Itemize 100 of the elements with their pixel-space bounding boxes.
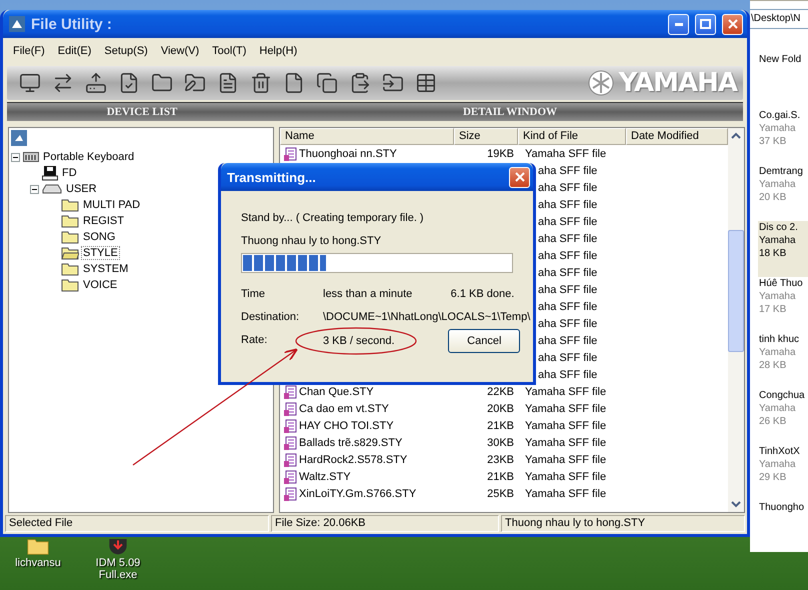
tree-item[interactable]: USER [65,183,98,195]
file-kind-cell-text: aha SFF file [537,164,598,176]
minimize-button[interactable] [668,14,689,34]
menu-item[interactable]: View(V) [160,45,200,59]
file-name: New Fold [759,53,802,66]
close-icon [514,172,524,182]
style-file-icon [284,146,297,160]
file-kind-cell-text: Yamaha SFF file [524,436,608,448]
size-cell-text: 21KB [486,470,515,482]
file-kind-cell-text: aha SFF file [537,352,598,364]
tree-item[interactable]: SYSTEM [82,263,130,275]
folder-icon [61,230,79,244]
file-kind-cell-text: aha SFF file [537,334,598,346]
menu-item[interactable]: Edit(E) [58,45,92,59]
drive-icon [42,184,62,194]
download-app-icon[interactable] [108,539,128,555]
file-kind-cell-text: aha SFF file [537,284,598,296]
folder-icon[interactable] [27,539,49,555]
file-name: Demtrang [759,165,804,178]
file-name-cell[interactable]: Chan Que.STY [280,384,454,398]
file-tile[interactable]: Dis co 2. Yamaha 18 KB [758,221,808,277]
tree-item[interactable]: MULTI PAD [82,199,142,211]
size-cell-text: 20KB [486,402,515,414]
file-kind-cell-text: aha SFF file [537,368,598,380]
menu-item[interactable]: File(F) [13,45,45,59]
file-tile[interactable]: tinh khuc Yamaha 28 KB [758,333,808,389]
file-size: 28 KB [759,359,788,372]
cancel-button[interactable]: Cancel [448,329,520,353]
file-kind-cell-text: aha SFF file [537,266,598,278]
file-name-cell[interactable]: Waltz.STY [280,470,454,484]
file-kind-cell-text: Yamaha SFF file [524,470,608,482]
file-type: Yamaha [759,346,797,359]
menu-item[interactable]: Tool(T) [212,45,246,59]
status-text: Stand by... ( Creating temporary file. ) [241,211,425,226]
tree-item[interactable]: STYLE [82,247,119,259]
tuning-fork-logo-icon [586,69,615,97]
brand-logo: YAMAHA [618,68,737,98]
scrollbar[interactable] [728,128,744,512]
open-folder-icon [61,246,79,260]
collapse-toggle[interactable] [30,184,39,194]
file-type: Yamaha [759,402,797,415]
close-button[interactable] [722,14,743,34]
file-name-cell[interactable]: Thuonghoai nn.STY [280,146,454,160]
file-size: 37 KB [759,135,788,148]
file-name: Congchua [759,389,806,402]
column-header[interactable]: Name [280,128,454,145]
style-file-icon [284,418,297,432]
file-name-text: Thuong nhau ly to hong.STY [241,234,382,249]
file-name: Húê Thuo [759,277,804,290]
file-name: Dis co 2. [759,221,799,234]
file-name: Co.gai.S. [759,109,802,122]
maximize-button[interactable] [695,14,716,34]
panel-heading: DETAIL WINDOW [462,105,558,120]
desktop-icon-label[interactable]: IDM 5.09 Full.exe [93,557,143,581]
file-kind-cell-text: aha SFF file [537,216,598,228]
file-tile[interactable]: Thuongho [758,501,808,557]
file-tile[interactable]: New Fold [758,53,808,109]
file-kind-cell-text: aha SFF file [537,250,598,262]
menu-item[interactable]: Setup(S) [104,45,148,59]
menu-item[interactable]: Help(H) [259,45,298,59]
collapse-toggle[interactable] [11,152,20,162]
file-tile[interactable]: Congchua Yamaha 26 KB [758,389,808,445]
file-name-cell[interactable]: HAY CHO TOI.STY [280,418,454,432]
file-tile[interactable]: TinhXotX Yamaha 29 KB [758,445,808,501]
tree-item[interactable]: SONG [82,231,116,243]
status-bar-pane: Selected File [5,515,269,532]
file-name-cell[interactable]: Ballads trẽ.s829.STY [280,436,454,450]
file-kind-cell-text: aha SFF file [537,232,598,244]
file-name-cell[interactable]: HardRock2.S578.STY [280,452,454,466]
column-header[interactable]: Date Modified [626,128,728,145]
file-name: tinh khuc [759,333,800,346]
tree-item[interactable]: FD [61,167,78,179]
dialog-title: Transmitting... [227,170,317,184]
column-header[interactable]: Size [454,128,518,145]
file-tile[interactable]: Demtrang Yamaha 20 KB [758,165,808,221]
file-type: Yamaha [759,178,797,191]
close-icon [728,19,738,29]
style-file-icon [284,384,297,398]
file-name-cell[interactable]: Ca dao em vt.STY [280,402,454,416]
close-button[interactable] [509,166,530,188]
style-file-icon [284,402,297,416]
file-kind-cell-text: aha SFF file [537,318,598,330]
file-name-cell[interactable]: XinLoiTY.Gm.S766.STY [280,486,454,500]
minimize-icon [674,22,682,26]
style-file-icon [284,486,297,500]
file-name: TinhXotX [759,445,801,458]
status-bar-pane: File Size: 20.06KB [271,515,499,532]
rate-label: Rate: [241,333,268,348]
column-header[interactable]: Kind of File [518,128,626,145]
destination-label: Destination: [241,310,300,325]
tree-item[interactable]: Portable Keyboard [42,151,136,163]
desktop-icon-label[interactable]: lichvansu [13,557,63,569]
tree-item[interactable]: VOICE [82,279,118,291]
file-size: 18 KB [759,247,788,260]
file-kind-cell-text: Yamaha SFF file [524,402,608,414]
file-tile[interactable]: Húê Thuo Yamaha 17 KB [758,277,808,333]
tree-item[interactable]: REGIST [82,215,125,227]
app-icon [9,16,25,32]
address-field[interactable]: \Desktop\N [750,9,808,29]
file-tile[interactable]: Co.gai.S. Yamaha 37 KB [758,109,808,165]
